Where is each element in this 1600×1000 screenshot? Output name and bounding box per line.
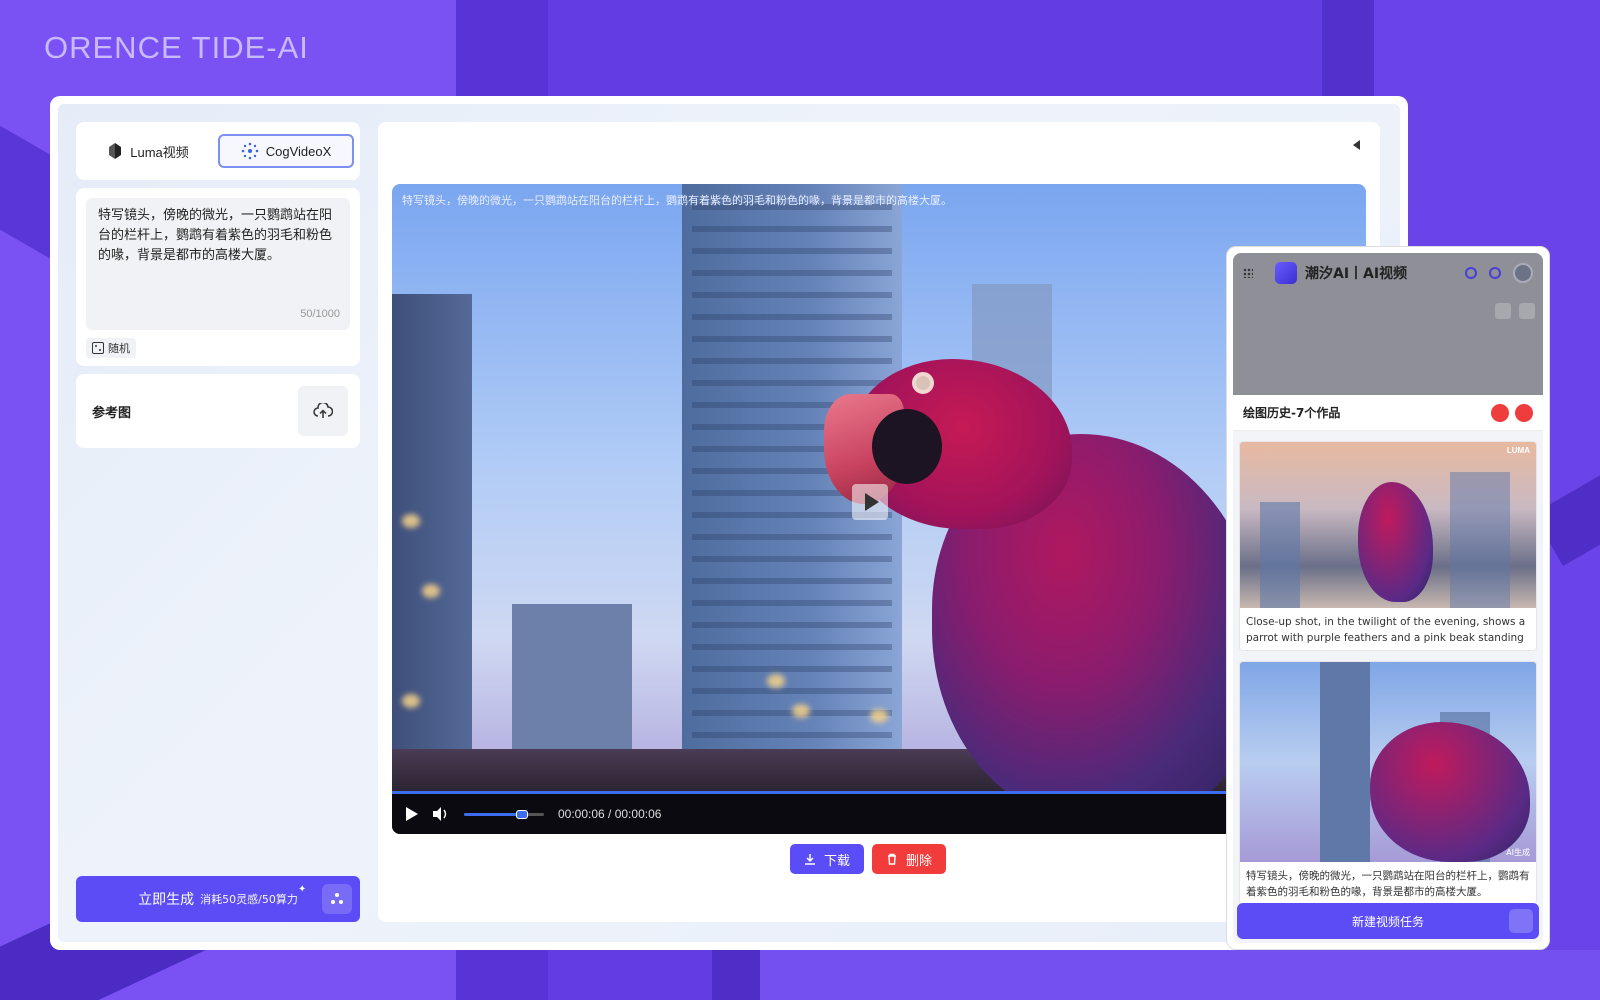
new-video-task-button[interactable]: 新建视频任务	[1237, 903, 1539, 939]
prompt-text: 特写镜头，傍晚的微光，一只鹦鹉站在阳台的栏杆上，鹦鹉有着紫色的羽毛和粉色的喙，背…	[98, 208, 333, 263]
volume-icon[interactable]	[432, 806, 450, 822]
download-button[interactable]: 下载	[790, 844, 865, 874]
video-scene	[422, 584, 440, 598]
video-scene	[767, 674, 785, 688]
collapse-icon[interactable]	[1353, 140, 1360, 150]
random-label: 随机	[108, 342, 130, 355]
sun-icon[interactable]	[1489, 267, 1501, 279]
video-caption: 特写镜头，傍晚的微光，一只鹦鹉站在阳台的栏杆上，鹦鹉有着紫色的羽毛和粉色的喙，背…	[402, 194, 952, 207]
prompt-input[interactable]: 特写镜头，傍晚的微光，一只鹦鹉站在阳台的栏杆上，鹦鹉有着紫色的羽毛和粉色的喙，背…	[86, 198, 350, 330]
mobile-header: 潮汐AI丨AI视频	[1233, 253, 1543, 293]
new-task-label: 新建视频任务	[1351, 914, 1424, 929]
mobile-screen: 潮汐AI丨AI视频 绘图历史-7个作品 LUMA Close-up shot, …	[1233, 253, 1543, 943]
tab-luma-label: Luma视频	[130, 144, 189, 160]
clear-icon[interactable]	[1491, 403, 1509, 422]
brand-title: ORENCE TIDE-AI	[44, 30, 309, 65]
history-card-text: Close-up shot, in the twilight of the ev…	[1246, 616, 1526, 650]
app-logo-icon	[1275, 262, 1297, 284]
refresh-icon[interactable]	[1519, 303, 1535, 319]
delete-label: 删除	[906, 853, 933, 869]
video-controls: 00:00:06 / 00:00:06 倍速	[392, 794, 1366, 834]
play-overlay-button[interactable]	[852, 484, 888, 520]
video-time: 00:00:06 / 00:00:06	[558, 807, 662, 821]
app-window: Luma视频 CogVideoX 特写镜头，傍晚的微光，一只鹦鹉站在阳台的栏杆上…	[50, 96, 1408, 950]
close-icon[interactable]	[1515, 403, 1533, 422]
delete-button[interactable]: 删除	[872, 844, 947, 874]
video-scene	[912, 372, 934, 394]
luma-icon	[109, 143, 122, 159]
history-card[interactable]: LUMA Close-up shot, in the twilight of t…	[1239, 441, 1537, 651]
download-icon	[805, 854, 815, 865]
video-actions: 下载 删除	[790, 844, 947, 874]
prompt-card: 特写镜头，傍晚的微光，一只鹦鹉站在阳台的栏杆上，鹦鹉有着紫色的羽毛和粉色的喙，背…	[76, 188, 360, 366]
left-sidebar: Luma视频 CogVideoX 特写镜头，傍晚的微光，一只鹦鹉站在阳台的栏杆上…	[76, 122, 360, 922]
upload-button[interactable]	[298, 386, 348, 436]
history-card[interactable]: AI生成 特写镜头，傍晚的微光，一只鹦鹉站在阳台的栏杆上，鹦鹉有着紫色的羽毛和粉…	[1239, 661, 1537, 905]
video-player[interactable]: 特写镜头，傍晚的微光，一只鹦鹉站在阳台的栏杆上，鹦鹉有着紫色的羽毛和粉色的喙，背…	[392, 184, 1366, 834]
prompt-counter: 50/1000	[300, 308, 340, 320]
tab-luma[interactable]: Luma视频	[82, 134, 214, 168]
generate-label: 立即生成	[138, 892, 195, 908]
avatar[interactable]	[1513, 263, 1533, 283]
bell-icon[interactable]	[1465, 267, 1477, 279]
tab-cogvideox[interactable]: CogVideoX	[218, 134, 354, 168]
play-icon[interactable]	[406, 807, 418, 821]
reference-image-card: 参考图	[76, 374, 360, 448]
random-button[interactable]: 随机	[86, 338, 136, 358]
history-card-text: 特写镜头，傍晚的微光，一只鹦鹉站在阳台的栏杆上，鹦鹉有着紫色的羽毛和粉色的喙，背…	[1246, 870, 1530, 898]
mobile-preview: 潮汐AI丨AI视频 绘图历史-7个作品 LUMA Close-up shot, …	[1226, 246, 1550, 950]
volume-knob[interactable]	[516, 809, 529, 819]
download-label: 下载	[824, 853, 851, 869]
generate-icon	[322, 884, 352, 914]
tab-cogvideox-label: CogVideoX	[265, 143, 332, 159]
video-scene	[870, 709, 888, 723]
generate-cost: 消耗50灵感/50算力	[200, 893, 298, 906]
card-tag: LUMA	[1506, 446, 1530, 455]
video-scene	[792, 704, 810, 718]
mobile-top-overlay: 潮汐AI丨AI视频	[1233, 253, 1543, 395]
mobile-app-title: 潮汐AI丨AI视频	[1305, 266, 1408, 282]
background-shape	[712, 950, 760, 1000]
card-tag: AI生成	[1506, 848, 1530, 857]
reference-label: 参考图	[92, 405, 132, 421]
mobile-tools	[1495, 303, 1535, 319]
sparkle-icon: ✦	[298, 884, 307, 895]
menu-grid-icon[interactable]	[1243, 268, 1253, 278]
history-icons	[1491, 403, 1533, 422]
dice-icon	[92, 342, 104, 354]
volume-slider[interactable]	[464, 809, 544, 819]
model-tabs: Luma视频 CogVideoX	[76, 122, 360, 180]
video-scene	[402, 694, 420, 708]
history-title: 绘图历史-7个作品	[1243, 406, 1341, 420]
history-thumbnail: AI生成	[1240, 662, 1536, 862]
mobile-header-icons	[1465, 263, 1533, 283]
cog-icon	[241, 142, 259, 160]
history-header: 绘图历史-7个作品	[1233, 395, 1543, 431]
background-shape	[760, 950, 1600, 1000]
video-scene	[872, 409, 942, 484]
history-thumbnail: LUMA	[1240, 442, 1536, 608]
cloud-upload-icon	[313, 403, 333, 418]
video-scene	[402, 514, 420, 528]
generate-button[interactable]: 立即生成 消耗50灵感/50算力 ✦	[76, 876, 360, 922]
trash-icon	[888, 853, 897, 865]
edit-icon[interactable]	[1495, 303, 1511, 319]
new-task-icon	[1509, 909, 1533, 933]
app-window-inner: Luma视频 CogVideoX 特写镜头，傍晚的微光，一只鹦鹉站在阳台的栏杆上…	[58, 104, 1400, 942]
